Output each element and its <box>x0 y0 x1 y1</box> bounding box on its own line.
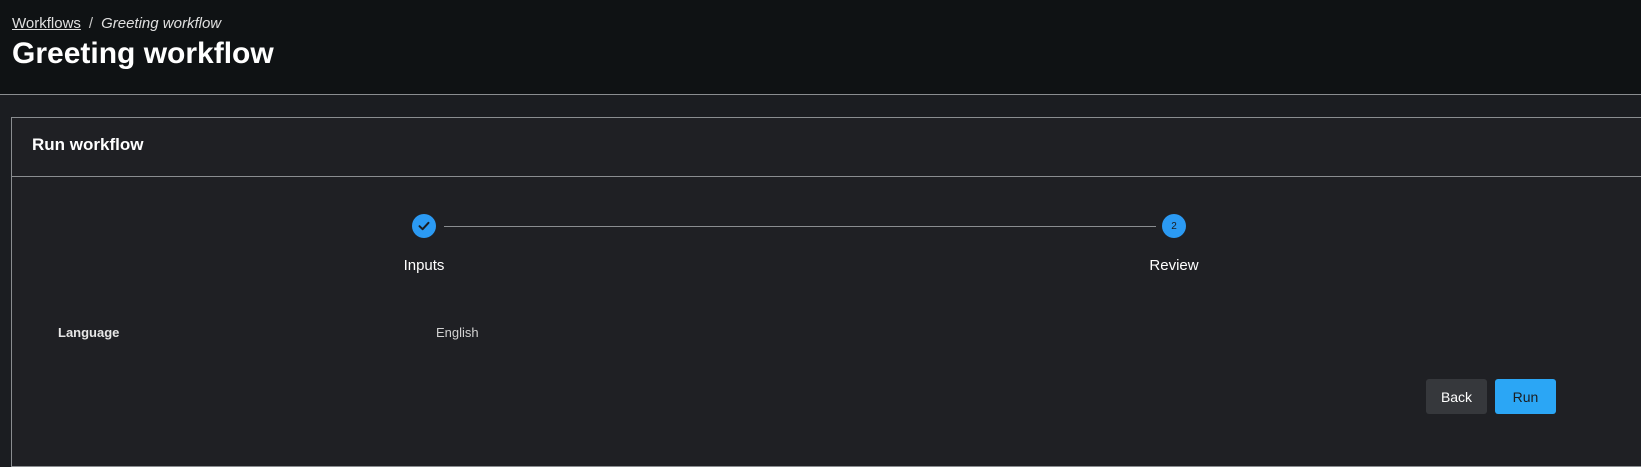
back-button[interactable]: Back <box>1426 379 1487 414</box>
progress-stepper: Inputs 2 Review <box>12 177 1612 287</box>
breadcrumb-current: Greeting workflow <box>101 15 222 32</box>
run-button[interactable]: Run <box>1495 379 1556 414</box>
step-review-indicator[interactable]: 2 <box>1162 214 1186 238</box>
step-inputs-label[interactable]: Inputs <box>364 257 484 274</box>
breadcrumb-link-workflows[interactable]: Workflows <box>12 15 81 32</box>
page-header: Workflows / Greeting workflow Greeting wor… <box>0 0 1641 95</box>
step-review-label[interactable]: Review <box>1114 257 1234 274</box>
review-value: English <box>436 325 479 340</box>
breadcrumb-separator: / <box>88 15 94 32</box>
run-workflow-card: Run workflow Inputs 2 Review Language En… <box>11 117 1641 467</box>
step-connector <box>444 226 1156 227</box>
check-icon <box>418 221 430 231</box>
review-key: Language <box>58 325 120 340</box>
page-title: Greeting workflow <box>12 37 274 70</box>
review-row-language: Language English <box>12 325 1012 345</box>
card-title: Run workflow <box>32 135 144 154</box>
card-header: Run workflow <box>12 118 1641 177</box>
step-inputs-indicator[interactable] <box>412 214 436 238</box>
breadcrumb: Workflows / Greeting workflow <box>12 15 221 33</box>
step-review-number: 2 <box>1171 220 1177 232</box>
